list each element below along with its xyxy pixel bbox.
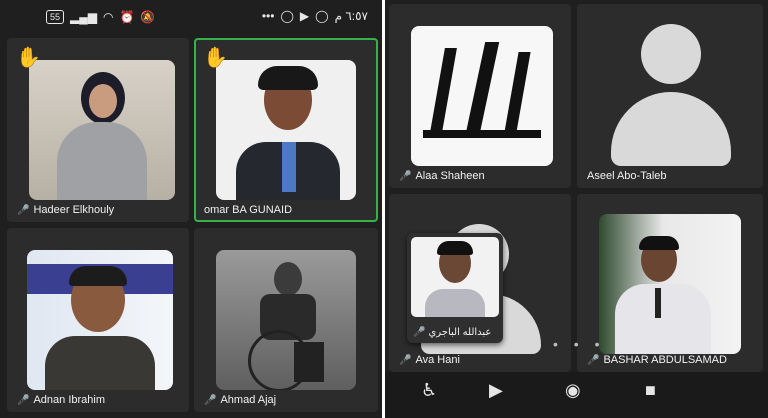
- participant-video: [216, 250, 356, 390]
- participant-tile[interactable]: 🎤 Adnan Ibrahim: [7, 228, 189, 412]
- mic-muted-icon: 🎤: [413, 327, 426, 338]
- stop-icon[interactable]: ■: [645, 380, 656, 401]
- participant-name-label: 🎤 Ahmad Ajaj: [204, 394, 277, 406]
- whatsapp-icon: ◯: [315, 9, 329, 23]
- participant-name-label: 🎤 Alaa Shaheen: [399, 170, 485, 182]
- accessibility-icon[interactable]: ♿: [421, 380, 437, 401]
- participant-tile[interactable]: 🎤 Ahmad Ajaj: [194, 228, 378, 412]
- right-phone-screen: 🎤 Alaa Shaheen Aseel Abo-Taleb 🎤 Ava Han…: [385, 0, 768, 418]
- participant-name-label: 🎤 Ava Hani: [399, 354, 460, 366]
- mic-muted-icon: 🎤: [17, 394, 30, 406]
- self-view-name-label: 🎤 عبدالله الباجري: [413, 327, 492, 338]
- bottom-nav-bar: ♿ ▶ ◉ ■: [385, 372, 768, 418]
- alarm-icon: ⏰: [119, 10, 135, 24]
- page-indicator: • • •: [553, 336, 606, 352]
- record-icon[interactable]: ◉: [565, 380, 581, 401]
- raised-hand-icon: ✋: [203, 47, 228, 69]
- wifi-icon: ◠: [102, 10, 114, 24]
- signal-icon: ▂▄▆: [70, 10, 97, 24]
- participant-name-label: 🎤 Hadeer Elkhouly: [17, 204, 115, 216]
- video-icon: ▶: [299, 9, 310, 23]
- participant-tile[interactable]: ✋ 🎤 Hadeer Elkhouly: [7, 38, 189, 222]
- participant-tile-active-speaker[interactable]: ✋ omar BA GUNAID: [194, 38, 378, 222]
- play-icon[interactable]: ▶: [489, 380, 503, 401]
- self-view-video: [411, 237, 499, 317]
- participant-name-label: 🎤 BASHAR ABDULSAMAD: [587, 354, 727, 366]
- whatsapp-icon: ◯: [280, 9, 294, 23]
- participant-video: [411, 26, 553, 166]
- participant-name-label: 🎤 Adnan Ibrahim: [17, 394, 105, 406]
- status-more-icon: •••: [261, 9, 275, 23]
- mic-muted-icon: 🎤: [204, 394, 217, 406]
- participant-video: [216, 60, 356, 200]
- mic-muted-icon: 🎤: [399, 354, 412, 366]
- raised-hand-icon: ✋: [16, 47, 41, 69]
- participant-video: [599, 214, 741, 354]
- participant-tile[interactable]: Aseel Abo-Taleb: [577, 4, 763, 188]
- floating-self-view[interactable]: 🎤 عبدالله الباجري: [407, 233, 503, 343]
- mic-muted-icon: 🎤: [399, 170, 412, 182]
- participant-video: [29, 60, 175, 200]
- status-bar: 55 ▂▄▆ ◠ ⏰ 🔕 ••• ◯ ▶ ◯ ٦:٥٧ م: [0, 0, 382, 34]
- clock: ٦:٥٧ م: [334, 9, 368, 23]
- participant-name-label: Aseel Abo-Taleb: [587, 170, 667, 182]
- mic-muted-icon: 🎤: [17, 204, 30, 216]
- participant-video: [27, 250, 173, 390]
- participant-name-label: omar BA GUNAID: [204, 204, 293, 216]
- left-phone-screen: 55 ▂▄▆ ◠ ⏰ 🔕 ••• ◯ ▶ ◯ ٦:٥٧ م ✋ 🎤 Hadeer…: [0, 0, 382, 418]
- mic-muted-icon: 🎤: [587, 354, 600, 366]
- notification-off-icon: 🔕: [140, 10, 156, 24]
- participant-tile[interactable]: 🎤 Alaa Shaheen: [389, 4, 571, 188]
- battery-indicator: 55: [46, 10, 65, 24]
